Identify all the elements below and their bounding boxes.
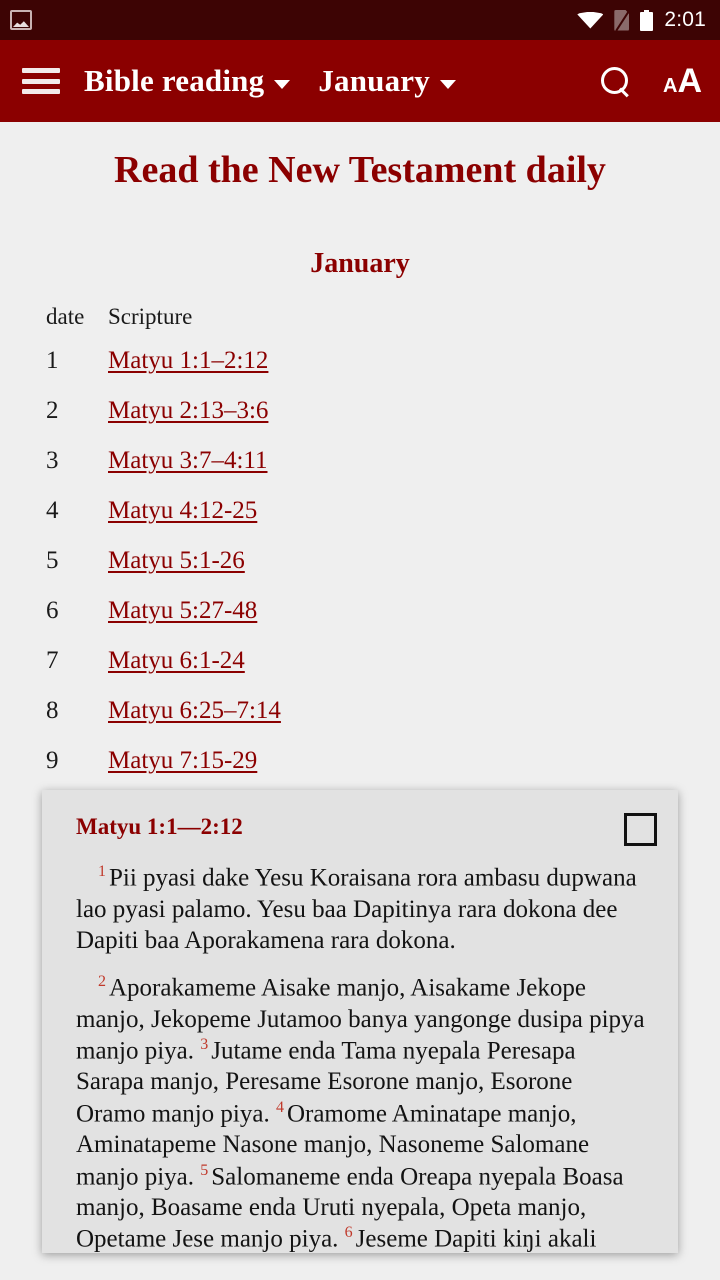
row-date: 3 [46, 447, 59, 474]
month-label: January [318, 63, 430, 98]
table-row: 6 Matyu 5:27-48 [0, 586, 720, 636]
verse-number: 1 [98, 863, 106, 880]
table-row: 5 Matyu 5:1-26 [0, 536, 720, 586]
month-dropdown[interactable]: January [318, 63, 456, 99]
screenshot-image-icon [10, 10, 32, 30]
text-size-small-a: A [662, 75, 678, 97]
verse-number: 4 [275, 1098, 284, 1116]
battery-icon [640, 9, 654, 31]
wifi-icon [577, 11, 603, 30]
scripture-link[interactable]: Matyu 1:1–2:12 [108, 347, 268, 374]
row-scripture: Matyu 1:1–2:12 [108, 336, 720, 386]
card-header: Matyu 1:1—2:12 [42, 790, 678, 846]
scripture-link[interactable]: Matyu 6:25–7:14 [108, 697, 281, 724]
open-in-new-icon[interactable] [624, 813, 657, 846]
verse-number: 3 [200, 1035, 209, 1053]
row-scripture: Matyu 5:1-26 [108, 536, 720, 586]
table-header-row: date Scripture [0, 300, 720, 336]
card-body: 1 Pii pyasi dake Yesu Koraisana rora amba… [42, 862, 678, 1253]
status-bar-left [10, 10, 32, 30]
column-header-scripture: Scripture [108, 304, 193, 329]
row-date: 1 [46, 347, 59, 374]
verse-paragraph: 1 Pii pyasi dake Yesu Koraisana rora amba… [76, 862, 648, 956]
app-bar: Bible reading January A A [0, 40, 720, 122]
status-bar-clock: 2:01 [664, 8, 706, 31]
verse-text: Pii pyasi dake Yesu Koraisana rora ambas… [76, 864, 637, 954]
hamburger-line [22, 78, 60, 84]
table-row: 2 Matyu 2:13–3:6 [0, 386, 720, 436]
month-heading: January [310, 248, 410, 279]
row-scripture: Matyu 4:12-25 [108, 486, 720, 536]
scripture-preview-card[interactable]: Matyu 1:1—2:12 1 Pii pyasi dake Yesu Kora… [42, 790, 678, 1253]
row-scripture: Matyu 6:1-24 [108, 636, 720, 686]
row-scripture: Matyu 2:13–3:6 [108, 386, 720, 436]
row-scripture: Matyu 3:7–4:11 [108, 436, 720, 486]
row-scripture: Matyu 5:27-48 [108, 586, 720, 636]
table-header: date Scripture [0, 300, 720, 336]
hamburger-line [22, 89, 60, 94]
card-title: Matyu 1:1—2:12 [76, 814, 243, 839]
table-row: 7 Matyu 6:1-24 [0, 636, 720, 686]
table-row: 9 Matyu 7:15-29 [0, 736, 720, 786]
row-scripture: Matyu 6:25–7:14 [108, 686, 720, 736]
sim-off-icon [614, 10, 629, 31]
row-scripture: Matyu 7:15-29 [108, 736, 720, 786]
column-header-date: date [46, 304, 85, 329]
scripture-link[interactable]: Matyu 7:15-29 [108, 747, 257, 774]
table-row: 8 Matyu 6:25–7:14 [0, 686, 720, 736]
row-date: 9 [46, 747, 59, 774]
publication-dropdown[interactable]: Bible reading [84, 63, 291, 99]
verse-number: 2 [98, 973, 106, 991]
row-date: 8 [46, 697, 59, 724]
scripture-link[interactable]: Matyu 5:1-26 [108, 547, 245, 574]
verse-paragraph: 2 Aporakameme Aisake manjo, Aisakame Jeko… [76, 972, 648, 1253]
row-date: 7 [46, 647, 59, 674]
scripture-link[interactable]: Matyu 3:7–4:11 [108, 447, 268, 474]
verse-number: 6 [344, 1224, 353, 1242]
chevron-down-icon [274, 79, 291, 89]
search-icon[interactable] [599, 65, 631, 97]
row-date: 4 [46, 497, 59, 524]
table-row: 4 Matyu 4:12-25 [0, 486, 720, 536]
text-size-icon[interactable]: A A [663, 64, 702, 98]
scripture-link[interactable]: Matyu 2:13–3:6 [108, 397, 268, 424]
text-size-big-a: A [677, 62, 702, 100]
table-row: 1 Matyu 1:1–2:12 [0, 336, 720, 386]
hamburger-menu-icon[interactable] [22, 68, 60, 94]
table-row: 3 Matyu 3:7–4:11 [0, 436, 720, 486]
row-date: 2 [46, 397, 59, 424]
scripture-link[interactable]: Matyu 5:27-48 [108, 597, 257, 624]
chevron-down-icon [439, 79, 456, 89]
page-title: Read the New Testament daily [114, 149, 606, 191]
status-bar-right: 2:01 [577, 8, 706, 32]
status-bar: 2:01 [0, 0, 720, 40]
verse-number: 5 [200, 1161, 209, 1179]
row-date: 6 [46, 597, 59, 624]
app-bar-title: Bible reading [84, 63, 265, 98]
scripture-link[interactable]: Matyu 6:1-24 [108, 647, 245, 674]
row-date: 5 [46, 547, 59, 574]
hamburger-line [22, 68, 60, 73]
scripture-link[interactable]: Matyu 4:12-25 [108, 497, 257, 524]
